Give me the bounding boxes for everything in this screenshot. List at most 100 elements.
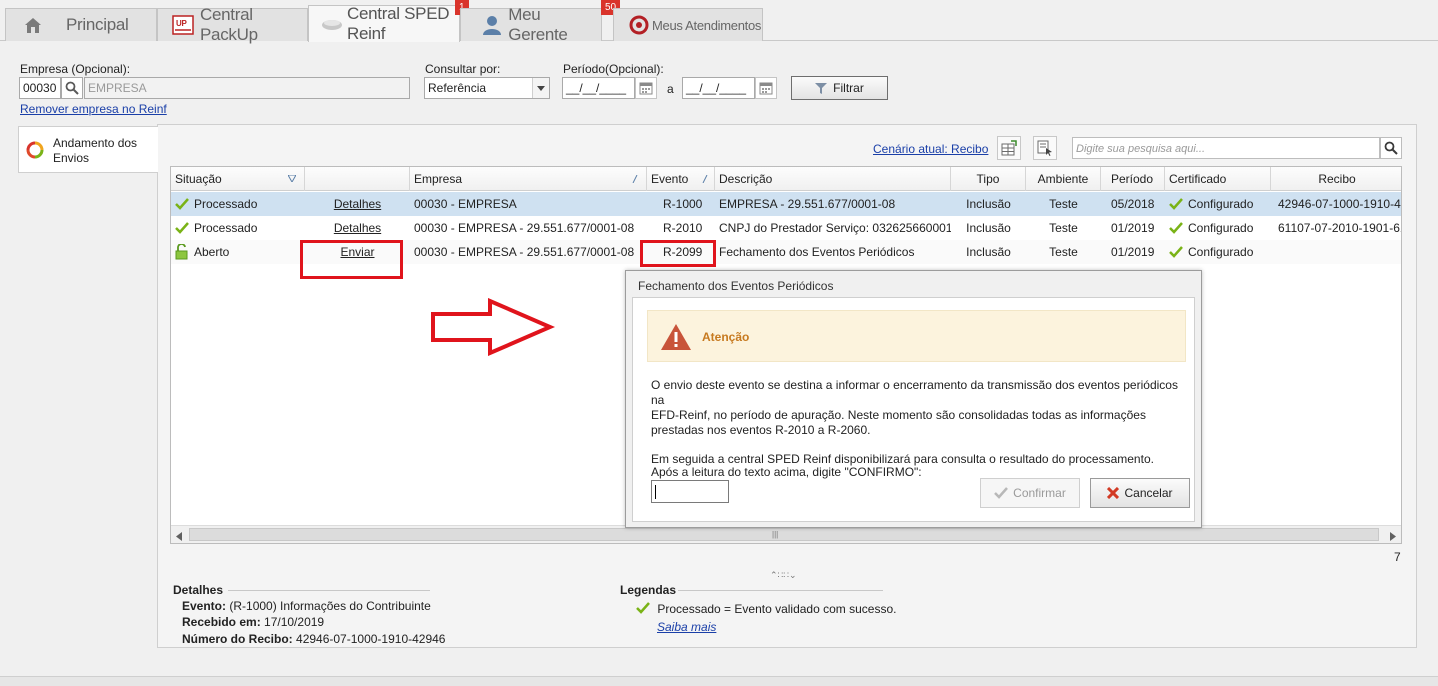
search-button[interactable] <box>1380 137 1402 159</box>
cursor-select-icon <box>1037 140 1052 156</box>
grid-export-icon <box>1001 140 1017 156</box>
periodo-cell: 05/2018 <box>1111 197 1155 211</box>
user-icon <box>481 15 502 35</box>
sidebar-item-andamento[interactable]: Andamento dos Envios <box>18 126 158 173</box>
confirm-button[interactable]: Confirmar <box>980 478 1080 508</box>
column-header-tipo[interactable]: Tipo <box>951 167 1026 191</box>
refresh-icon <box>26 141 44 162</box>
select-columns-button[interactable] <box>1033 136 1057 160</box>
tab-label: Principal <box>66 15 129 34</box>
status-text: Aberto <box>194 245 230 259</box>
tipo-cell: Inclusão <box>966 245 1011 259</box>
periodo-from-calendar-button[interactable] <box>635 77 657 99</box>
tab-label: Meu Gerente <box>508 5 568 44</box>
periodo-cell: 01/2019 <box>1111 221 1155 235</box>
periodo-to-calendar-button[interactable] <box>755 77 777 99</box>
grip-icon: ||| <box>772 530 779 539</box>
table-row[interactable]: Processado Detalhes 00030 - EMPRESA R-10… <box>171 192 1401 216</box>
column-label: Período <box>1111 172 1154 186</box>
details-recebido: Recebido em: 17/10/2019 <box>182 615 324 629</box>
message-line: EFD-Reinf, no período de apuração. Neste… <box>651 408 1146 422</box>
consultar-select[interactable]: Referência <box>424 77 550 99</box>
column-header-descricao[interactable]: Descrição <box>715 167 951 191</box>
tab-central-packup[interactable]: UP Central PackUp <box>157 5 308 44</box>
checkmark-icon <box>175 222 189 234</box>
column-label: Certificado <box>1169 172 1227 186</box>
column-header-ambiente[interactable]: Ambiente <box>1026 167 1101 191</box>
certificado-text: Configurado <box>1188 197 1254 211</box>
tab-label: Central PackUp <box>200 5 258 44</box>
calendar-icon <box>639 82 653 95</box>
recibo-cell: 61107-07-2010-1901-61107 <box>1278 221 1401 235</box>
export-button[interactable] <box>997 136 1021 160</box>
checkmark-icon <box>1169 198 1183 210</box>
warning-title: Atenção <box>702 330 750 344</box>
column-header-situacao[interactable]: Situação <box>171 167 305 191</box>
legend-item-text: Processado = Evento validado com sucesso… <box>657 602 897 616</box>
sort-icon <box>702 175 708 183</box>
status-text: Processado <box>194 221 258 235</box>
arrow-annotation <box>431 298 556 356</box>
evento-cell: R-2010 <box>663 221 703 235</box>
empresa-search-button[interactable] <box>61 77 83 99</box>
calendar-icon <box>759 82 773 95</box>
empresa-name-field: EMPRESA <box>84 77 410 99</box>
table-row[interactable]: Processado Detalhes 00030 - EMPRESA - 29… <box>171 216 1401 240</box>
cancel-button[interactable]: Cancelar <box>1090 478 1190 508</box>
recibo-cell: 42946-07-1000-1910-42946 <box>1278 197 1401 211</box>
ambiente-cell: Teste <box>1049 245 1078 259</box>
details-evento-value: (R-1000) Informações do Contribuinte <box>229 599 431 613</box>
periodo-to-input[interactable]: __/__/____ <box>682 77 755 99</box>
search-input[interactable]: Digite sua pesquisa aqui... <box>1072 137 1380 159</box>
periodo-separator: a <box>667 82 674 96</box>
confirm-button-label: Confirmar <box>1013 486 1066 500</box>
column-label: Tipo <box>976 172 1000 186</box>
column-header-empresa[interactable]: Empresa <box>410 167 647 191</box>
search-icon <box>1384 141 1398 155</box>
evento-cell: R-1000 <box>663 197 703 211</box>
sidebar-item-label: Andamento dos Envios <box>53 136 138 165</box>
periodo-label: Período(Opcional): <box>563 62 664 76</box>
column-header-recibo[interactable]: Recibo <box>1271 167 1401 191</box>
checkmark-icon <box>1169 246 1183 258</box>
confirm-dialog: Fechamento dos Eventos Periódicos Atençã… <box>625 270 1202 528</box>
tab-central-sped-reinf[interactable]: Central SPED Reinf <box>308 4 460 43</box>
periodo-from-input[interactable]: __/__/____ <box>562 77 635 99</box>
certificado-text: Configurado <box>1188 245 1254 259</box>
tab-meus-atendimentos[interactable]: Meus Atendimentos <box>613 8 763 41</box>
filter-button[interactable]: Filtrar <box>791 76 888 100</box>
column-header-action[interactable] <box>305 167 410 191</box>
column-header-periodo[interactable]: Período <box>1101 167 1165 191</box>
column-label: Situação <box>175 172 222 186</box>
dialog-message: O envio deste evento se destina a inform… <box>651 378 1191 467</box>
empresa-cell: 00030 - EMPRESA - 29.551.677/0001-08 <box>414 245 635 259</box>
highlight-evento <box>640 240 716 267</box>
certificado-text: Configurado <box>1188 221 1254 235</box>
saiba-mais-link[interactable]: Saiba mais <box>657 620 716 634</box>
scrollbar-thumb[interactable]: ||| <box>189 528 1379 541</box>
empresa-code-input[interactable]: 00030 <box>19 77 61 99</box>
ambiente-cell: Teste <box>1049 221 1078 235</box>
scenario-link[interactable]: Cenário atual: Recibo <box>873 142 988 156</box>
details-evento-label: Evento: <box>182 599 227 613</box>
confirm-input[interactable] <box>651 480 729 503</box>
checkmark-icon <box>636 602 650 614</box>
message-line: O envio deste evento se destina a inform… <box>651 378 1178 407</box>
unlock-icon <box>175 244 188 260</box>
column-header-certificado[interactable]: Certificado <box>1165 167 1271 191</box>
recibo-cell <box>1271 240 1401 264</box>
scroll-left-icon <box>176 530 182 543</box>
tab-principal[interactable]: Principal <box>5 8 157 41</box>
details-recibo-label: Número do Recibo: <box>182 632 293 646</box>
remove-empresa-link[interactable]: Remover empresa no Reinf <box>20 102 167 116</box>
details-recibo-value: 42946-07-1000-1910-42946 <box>296 632 446 646</box>
splitter-grip[interactable]: ⌃∷∷⌄ <box>770 570 797 581</box>
record-count: 7 <box>1394 550 1401 564</box>
details-link[interactable]: Detalhes <box>305 216 410 240</box>
details-link[interactable]: Detalhes <box>305 192 410 216</box>
column-header-evento[interactable]: Evento <box>647 167 715 191</box>
status-text: Processado <box>194 197 258 211</box>
legend-item: Processado = Evento validado com sucesso… <box>636 602 896 616</box>
reinf-icon <box>321 14 343 34</box>
tab-meu-gerente[interactable]: Meu Gerente <box>460 5 602 44</box>
